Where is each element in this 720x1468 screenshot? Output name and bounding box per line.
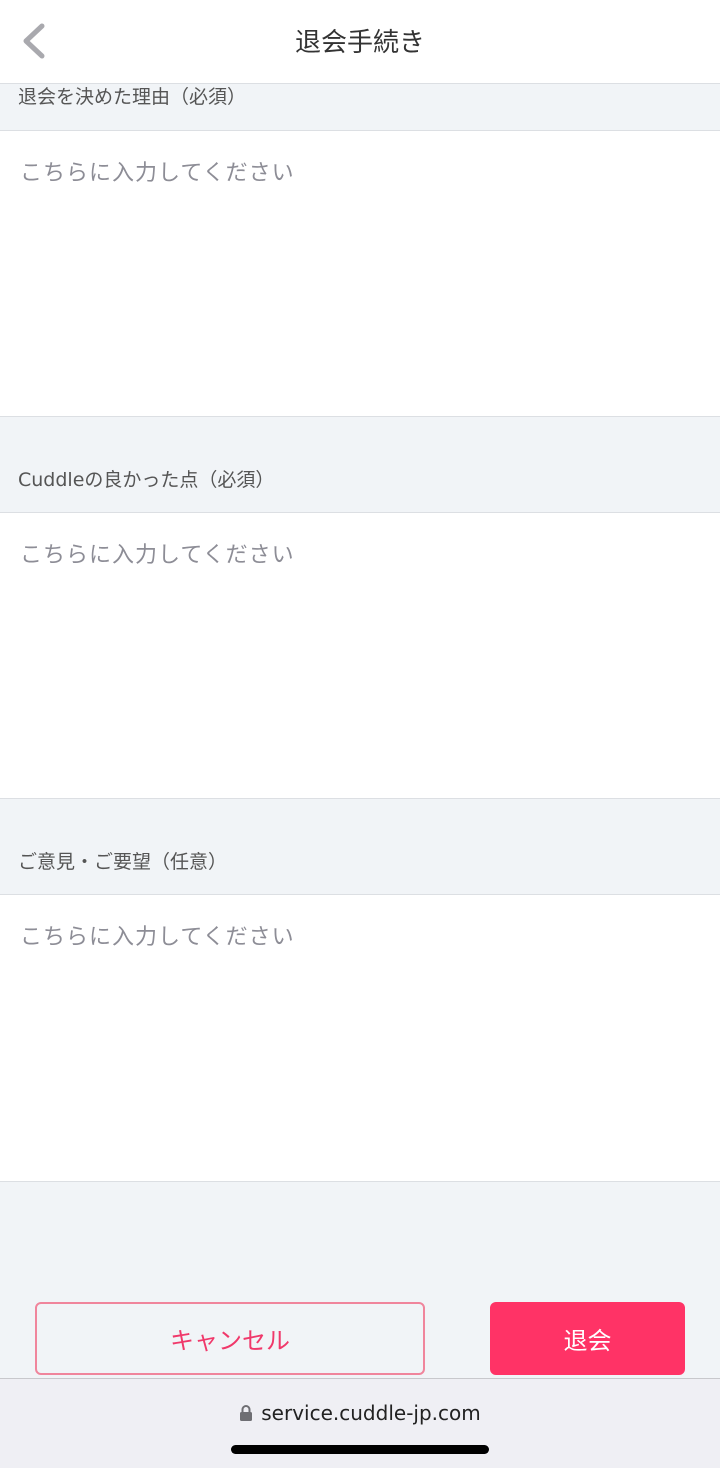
page-title: 退会手続き [294,28,425,58]
navigation-header: 退会手続き [0,0,720,84]
feedback-textarea[interactable] [0,895,720,1181]
reason-field-container [0,130,720,417]
good-points-textarea[interactable] [0,513,720,798]
lock-icon [240,1404,253,1421]
field-label-feedback: ご意見・ご要望（任意） [0,799,720,894]
feedback-field-container [0,894,720,1182]
good-points-field-container [0,512,720,799]
cancel-button[interactable]: キャンセル [35,1302,425,1375]
url-display[interactable]: service.cuddle-jp.com [0,1401,720,1425]
reason-textarea[interactable] [0,131,720,416]
field-label-good-points: Cuddleの良かった点（必須） [0,417,720,512]
browser-url-bar[interactable]: service.cuddle-jp.com [0,1378,720,1468]
withdraw-button[interactable]: 退会 [490,1302,685,1375]
url-text: service.cuddle-jp.com [261,1401,481,1425]
home-indicator [231,1445,489,1454]
